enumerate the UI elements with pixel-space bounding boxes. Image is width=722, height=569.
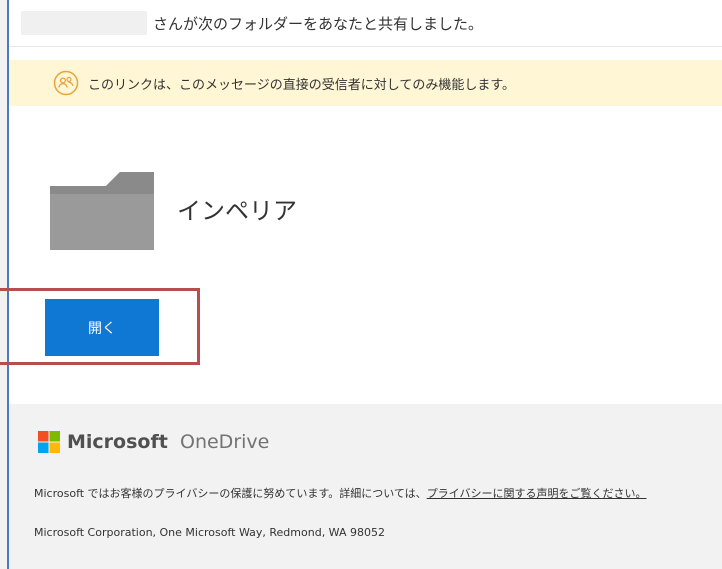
share-header: さんが次のフォルダーをあなたと共有しました。 [9,0,722,47]
people-icon [53,70,79,96]
privacy-statement: Microsoft ではお客様のプライバシーの保護に努めています。詳細については… [34,486,704,502]
microsoft-logo-icon [38,431,60,453]
privacy-text: Microsoft ではお客様のプライバシーの保護に努めています。詳細については… [34,487,427,500]
onedrive-product-name: OneDrive [180,431,270,453]
company-address: Microsoft Corporation, One Microsoft Way… [34,526,385,539]
recipient-notice-banner: このリンクは、このメッセージの直接の受信者に対してのみ機能します。 [9,60,722,106]
folder-icon [50,172,154,250]
folder-name[interactable]: インペリア [177,191,297,226]
footer: Microsoft OneDrive Microsoft ではお客様のプライバシ… [9,404,722,569]
recipient-notice-text: このリンクは、このメッセージの直接の受信者に対してのみ機能します。 [88,77,516,93]
redacted-sender-name [21,11,147,35]
privacy-link[interactable]: プライバシーに関する声明をご覧ください。 [427,487,647,500]
open-button-highlight [0,288,200,365]
microsoft-brand: Microsoft [67,431,168,453]
email-card: さんが次のフォルダーをあなたと共有しました。 このリンクは、このメッセージの直接… [7,0,722,569]
shared-message: さんが次のフォルダーをあなたと共有しました。 [153,15,484,33]
